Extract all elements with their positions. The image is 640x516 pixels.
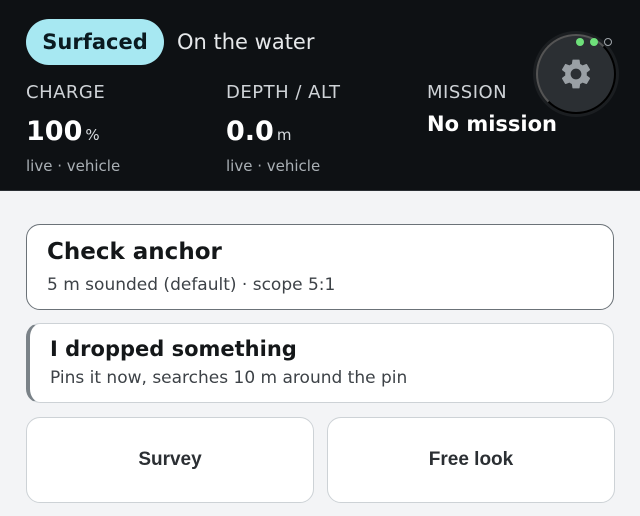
dropped-something-card[interactable]: I dropped something Pins it now, searche… xyxy=(26,323,614,403)
status-text: On the water xyxy=(177,30,315,54)
check-anchor-card[interactable]: Check anchor 5 m sounded (default) · sco… xyxy=(26,224,614,310)
indicator-dot xyxy=(604,38,612,46)
depth-value: 0.0 m xyxy=(226,116,291,147)
depth-number: 0.0 xyxy=(226,116,274,147)
mission-value: No mission xyxy=(427,112,557,136)
gear-icon xyxy=(561,59,591,89)
mission-label: MISSION xyxy=(427,82,508,103)
charge-label: CHARGE xyxy=(26,82,106,103)
indicator-dot xyxy=(576,38,584,46)
charge-source: live · vehicle xyxy=(26,157,121,175)
check-anchor-subtitle: 5 m sounded (default) · scope 5:1 xyxy=(47,275,336,295)
indicator-dot xyxy=(590,38,598,46)
charge-value: 100% xyxy=(26,116,100,147)
free-look-button[interactable]: Free look xyxy=(327,417,615,503)
connection-indicators xyxy=(576,38,612,46)
dropped-something-subtitle: Pins it now, searches 10 m around the pi… xyxy=(50,368,408,388)
charge-unit: % xyxy=(85,126,100,144)
depth-label: DEPTH / ALT xyxy=(226,82,341,103)
status-badge[interactable]: Surfaced xyxy=(26,19,164,65)
settings-button[interactable] xyxy=(536,34,616,114)
depth-source: live · vehicle xyxy=(226,157,321,175)
dropped-something-title: I dropped something xyxy=(50,337,297,361)
survey-button[interactable]: Survey xyxy=(26,417,314,503)
depth-unit: m xyxy=(276,126,292,144)
status-header: Surfaced On the water CHARGE 100% live ·… xyxy=(0,0,640,191)
charge-number: 100 xyxy=(26,116,83,147)
check-anchor-title: Check anchor xyxy=(47,239,222,265)
